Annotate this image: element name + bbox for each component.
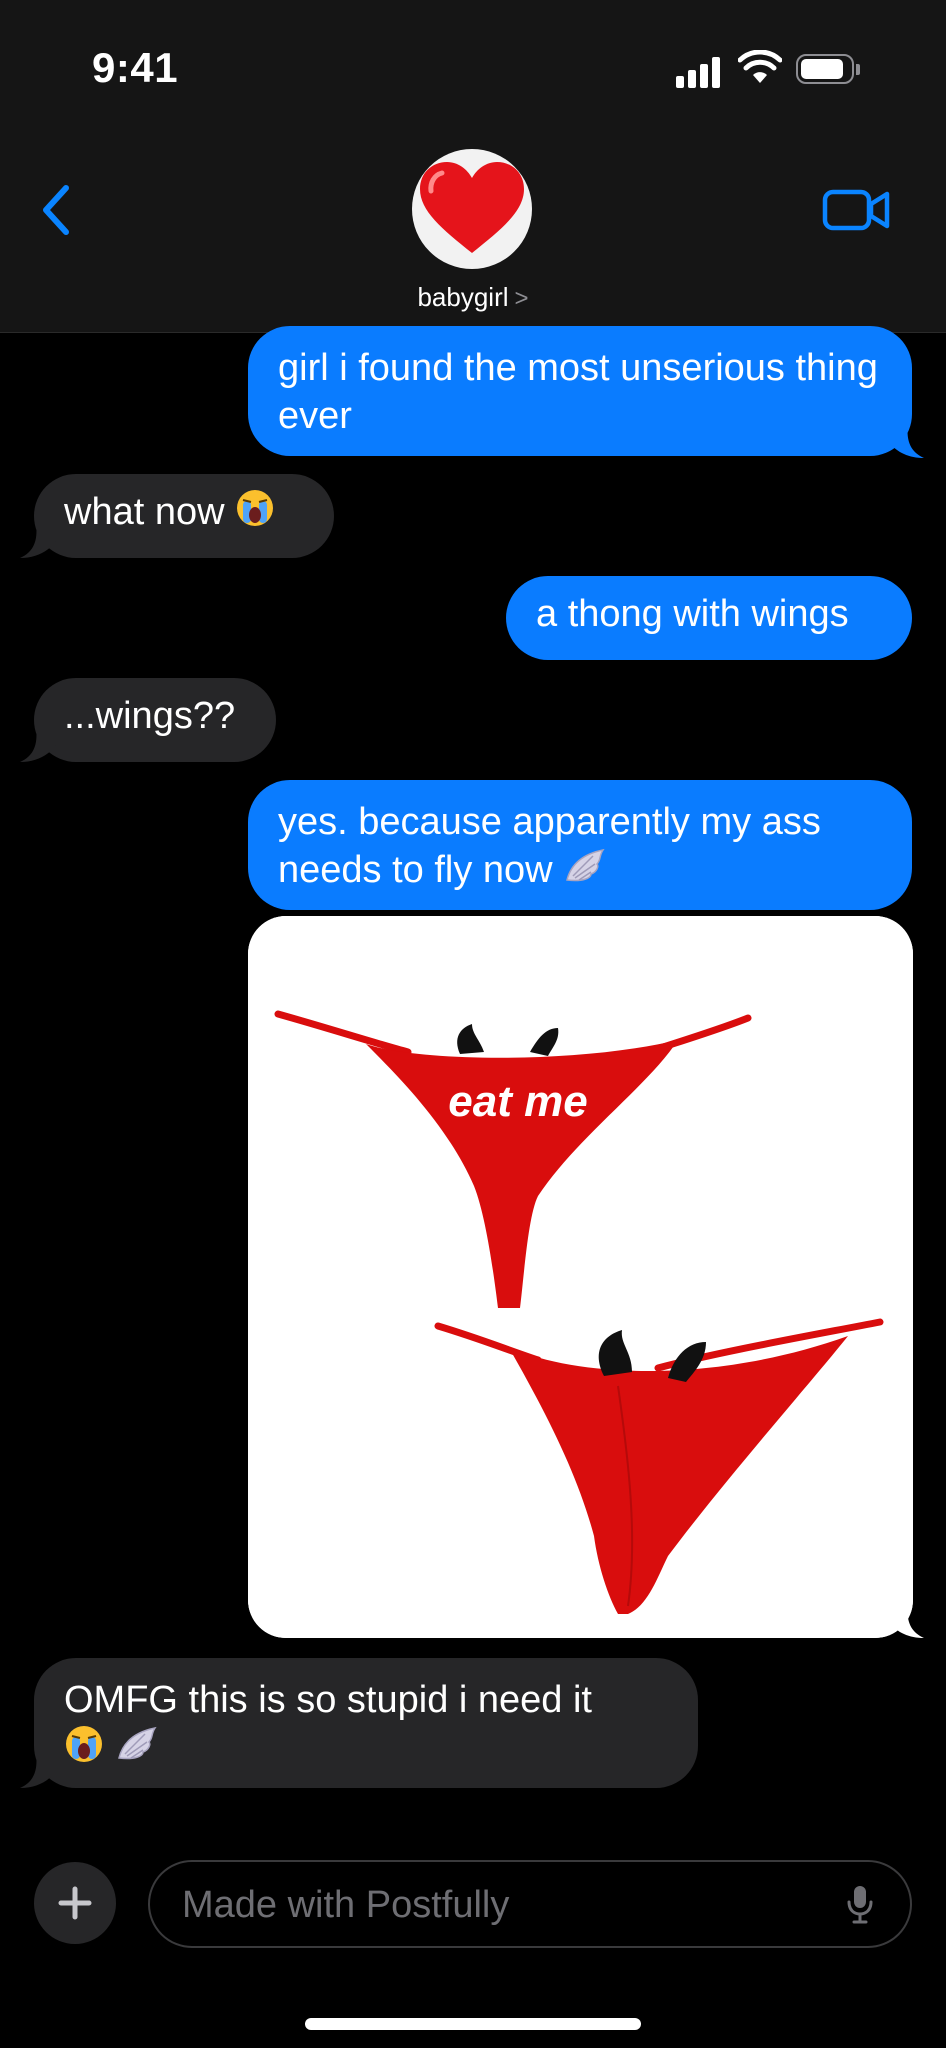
bubble-tail (880, 424, 924, 458)
message-text: a thong with wings (536, 593, 849, 635)
bubble-tail (20, 1754, 64, 1788)
battery-icon (796, 54, 862, 86)
message-compose-field[interactable] (148, 1860, 912, 1948)
message-bubble-outgoing[interactable]: girl i found the most unserious thing ev… (248, 326, 912, 456)
message-bubble-outgoing[interactable]: a thong with wings (506, 576, 912, 660)
message-text: OMFG this is so stupid i need it (64, 1679, 592, 1721)
back-chevron-icon[interactable] (36, 180, 76, 240)
loudly-crying-face-emoji (235, 488, 275, 540)
microphone-icon[interactable] (846, 1884, 874, 1924)
loudly-crying-face-emoji (64, 1724, 104, 1776)
message-text: girl i found the most unserious thing ev… (278, 347, 878, 437)
contact-avatar[interactable] (412, 149, 532, 269)
cellular-signal-icon (676, 56, 722, 88)
contact-name-label: babygirl (417, 282, 509, 312)
plus-button[interactable] (34, 1862, 116, 1944)
contact-name[interactable]: babygirl > (0, 282, 946, 313)
message-text: ...wings?? (64, 695, 236, 737)
message-bubble-incoming[interactable]: ...wings?? (34, 678, 276, 762)
wing-emoji (563, 846, 607, 898)
message-bubble-outgoing[interactable]: yes. because apparently my ass needs to … (248, 780, 912, 910)
video-call-icon[interactable] (822, 186, 892, 234)
chevron-right-icon: > (514, 285, 529, 312)
red-heart-icon (420, 162, 524, 253)
home-indicator (305, 2018, 641, 2030)
message-image-bubble[interactable]: eat me (248, 916, 913, 1638)
red-winged-thong-photo: eat me (248, 916, 913, 1638)
message-text: what now (64, 491, 225, 533)
message-input[interactable] (180, 1862, 824, 1948)
message-bubble-incoming[interactable]: what now (34, 474, 334, 558)
wing-emoji (115, 1724, 159, 1776)
message-bubble-incoming[interactable]: OMFG this is so stupid i need it (34, 1658, 698, 1788)
plus-icon (58, 1886, 92, 1920)
bubble-tail (20, 524, 64, 558)
bubble-tail (880, 1604, 924, 1638)
thong-print-text: eat me (448, 1077, 587, 1126)
status-time: 9:41 (92, 44, 179, 91)
message-text: yes. because apparently my ass needs to … (278, 801, 821, 891)
bubble-tail (20, 728, 64, 762)
wifi-icon (738, 50, 782, 83)
